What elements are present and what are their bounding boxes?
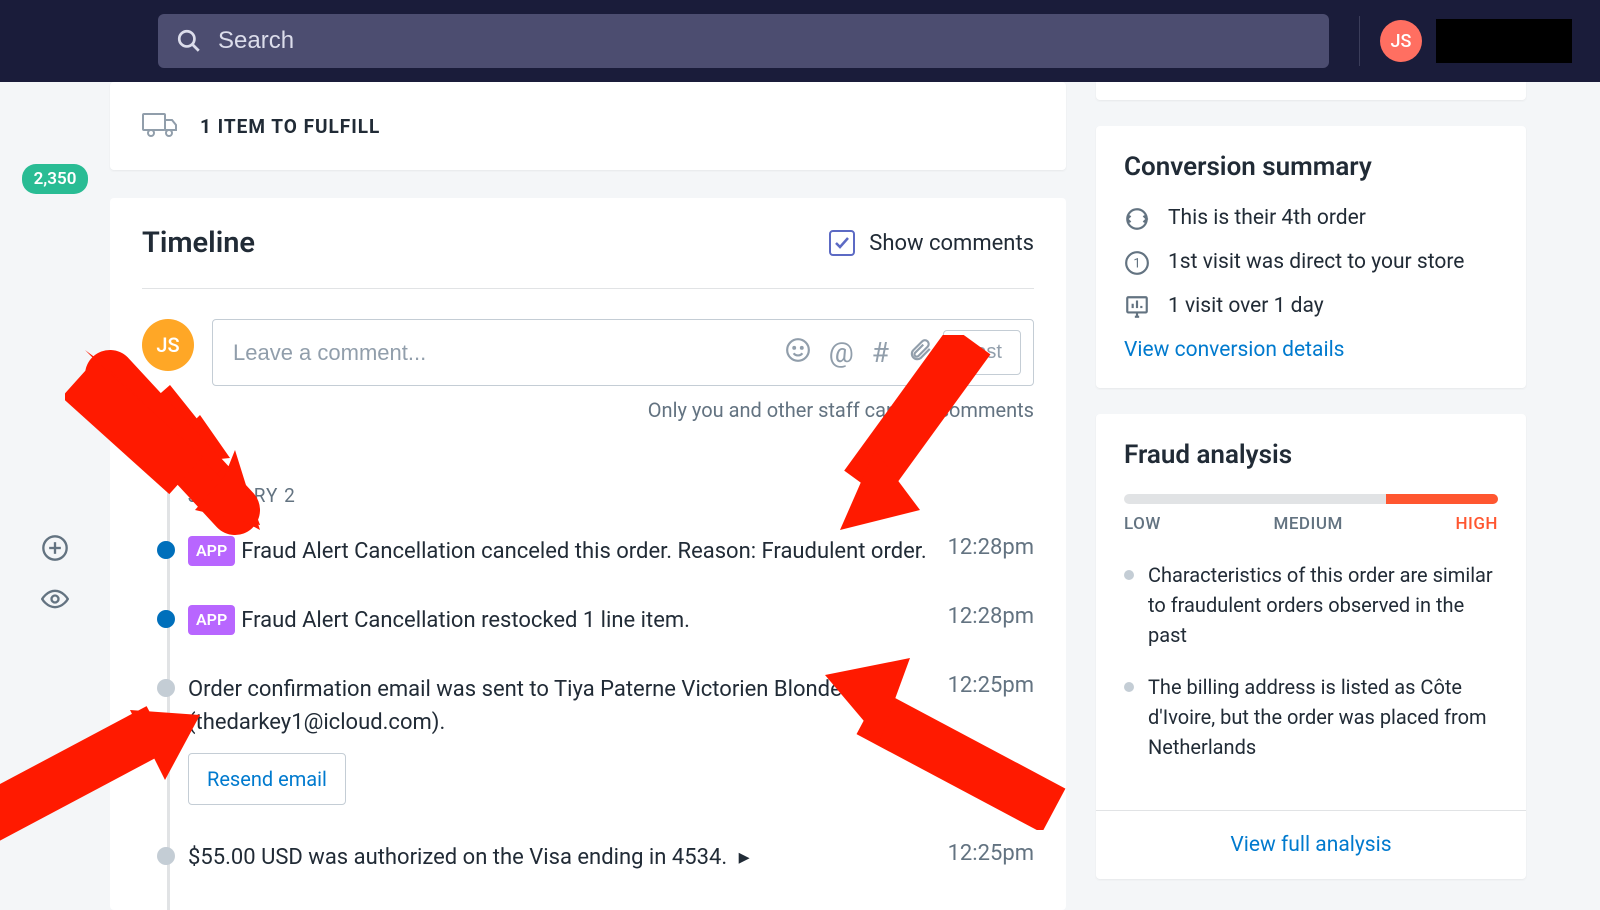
summary-text: 1 visit over 1 day: [1168, 294, 1324, 318]
timeline-time: 12:28pm: [948, 535, 1034, 560]
svg-text:1: 1: [1133, 256, 1140, 271]
timeline-text: $55.00 USD was authorized on the Visa en…: [178, 841, 948, 874]
first-visit-icon: 1: [1124, 250, 1150, 276]
show-comments-label: Show comments: [869, 231, 1034, 256]
fulfill-card: 1 ITEM TO FULFILL: [110, 82, 1066, 170]
summary-text: This is their 4th order: [1168, 206, 1366, 230]
fraud-title: Fraud analysis: [1124, 440, 1498, 470]
timeline-item: Order confirmation email was sent to Tiy…: [178, 673, 1034, 841]
post-button[interactable]: Post: [943, 330, 1021, 375]
summary-item: 1 visit over 1 day: [1124, 294, 1498, 320]
checkbox-checked-icon: [829, 230, 855, 256]
timeline-card: Timeline Show comments JS: [110, 198, 1066, 910]
sidebar-card-stub: [1096, 82, 1526, 100]
comment-box[interactable]: @ # Post: [212, 319, 1034, 386]
fraud-bullet: Characteristics of this order are simila…: [1124, 560, 1498, 650]
show-comments-toggle[interactable]: Show comments: [829, 230, 1034, 256]
user-avatar[interactable]: JS: [1380, 20, 1422, 62]
timeline-dot: [157, 679, 175, 697]
risk-fill-high: [1386, 494, 1498, 504]
conversion-title: Conversion summary: [1124, 152, 1498, 182]
caret-right-icon[interactable]: ▸: [733, 845, 750, 870]
bullet-dot-icon: [1124, 682, 1134, 692]
comment-note: Only you and other staff can see comment…: [212, 386, 1034, 422]
app-tag: APP: [188, 605, 235, 635]
search-icon: [176, 28, 202, 54]
timeline-dot: [157, 541, 175, 559]
eye-icon[interactable]: [41, 585, 69, 620]
conversion-card: Conversion summary This is their 4th ord…: [1096, 126, 1526, 388]
risk-labels: LOW MEDIUM HIGH: [1124, 514, 1498, 534]
topbar: JS: [0, 0, 1600, 82]
left-rail: 2,350: [0, 82, 110, 900]
attach-icon[interactable]: [907, 337, 933, 369]
add-icon[interactable]: [41, 534, 69, 569]
mention-icon[interactable]: @: [829, 336, 854, 369]
topbar-right: JS: [1353, 16, 1572, 66]
resend-email-button[interactable]: Resend email: [188, 753, 346, 805]
risk-bar: [1124, 494, 1498, 504]
comment-avatar: JS: [142, 319, 194, 371]
summary-text: 1st visit was direct to your store: [1168, 250, 1464, 274]
search-box[interactable]: [158, 14, 1329, 68]
timeline-text: APPFraud Alert Cancellation canceled thi…: [178, 535, 948, 568]
timeline-title: Timeline: [142, 226, 255, 260]
orders-count-badge[interactable]: 2,350: [22, 164, 89, 194]
summary-item: This is their 4th order: [1124, 206, 1498, 232]
divider: [1359, 16, 1360, 66]
fraud-bullet-text: The billing address is listed as Côte d'…: [1148, 672, 1498, 762]
timeline-line: [167, 434, 170, 910]
risk-high: HIGH: [1455, 514, 1498, 534]
timeline-item: APPFraud Alert Cancellation canceled thi…: [178, 535, 1034, 604]
app-tag: APP: [188, 536, 235, 566]
fulfill-label: 1 ITEM TO FULFILL: [200, 115, 380, 138]
timeline-dot: [157, 847, 175, 865]
timeline-item: APPFraud Alert Cancellation restocked 1 …: [178, 604, 1034, 673]
sidebar: Conversion summary This is their 4th ord…: [1096, 82, 1546, 900]
timeline-text: APPFraud Alert Cancellation restocked 1 …: [178, 604, 948, 637]
fraud-bullet-text: Characteristics of this order are simila…: [1148, 560, 1498, 650]
summary-item: 1 1st visit was direct to your store: [1124, 250, 1498, 276]
timeline-time: 12:25pm: [948, 841, 1034, 866]
risk-medium: MEDIUM: [1273, 514, 1342, 534]
risk-low: LOW: [1124, 514, 1161, 534]
timeline-body: JANUARY 2 APPFraud Alert Cancellation ca…: [142, 434, 1034, 910]
chart-icon: [1124, 294, 1150, 320]
main-column: 1 ITEM TO FULFILL Timeline Show comments…: [110, 82, 1096, 900]
timeline-time: 12:25pm: [948, 673, 1034, 698]
search-input[interactable]: [218, 27, 1311, 55]
timeline-date: JANUARY 2: [178, 484, 1034, 535]
truck-icon: [142, 110, 178, 142]
bullet-dot-icon: [1124, 570, 1134, 580]
fraud-link[interactable]: View full analysis: [1230, 833, 1391, 857]
timeline-text: Order confirmation email was sent to Tiy…: [178, 673, 948, 805]
timeline-dot: [157, 610, 175, 628]
user-name-redacted: [1436, 19, 1572, 63]
conversion-link[interactable]: View conversion details: [1124, 338, 1345, 362]
fraud-card: Fraud analysis LOW MEDIUM HIGH Character…: [1096, 414, 1526, 879]
fraud-bullet: The billing address is listed as Côte d'…: [1124, 672, 1498, 762]
emoji-icon[interactable]: [785, 337, 811, 369]
timeline-time: 12:28pm: [948, 604, 1034, 629]
repeat-icon: [1124, 206, 1150, 232]
comment-input[interactable]: [233, 340, 775, 366]
hashtag-icon[interactable]: #: [872, 336, 889, 369]
